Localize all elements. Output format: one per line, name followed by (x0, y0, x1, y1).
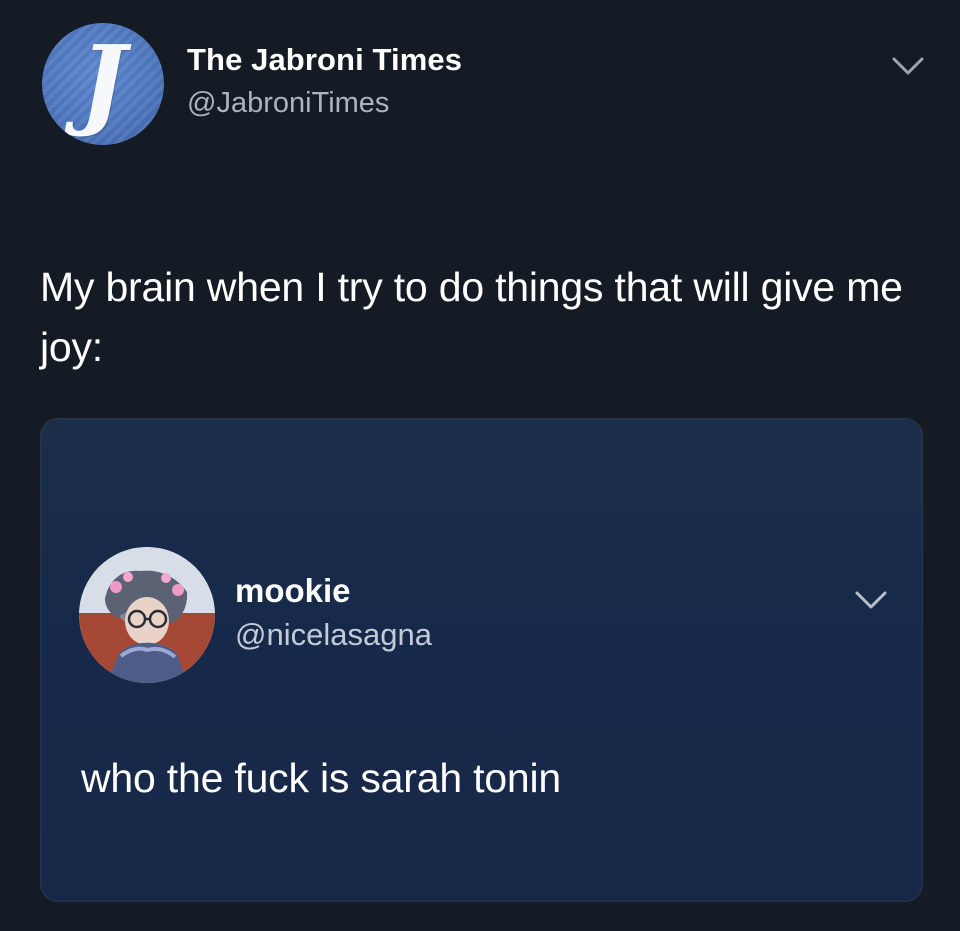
avatar-photo (79, 547, 215, 683)
tweet-text: My brain when I try to do things that wi… (40, 264, 903, 370)
author-name[interactable]: The Jabroni Times (187, 42, 462, 78)
chevron-down-icon[interactable] (851, 585, 891, 615)
tweet-card: J The Jabroni Times @JabroniTimes My bra… (0, 0, 960, 931)
quoted-author-handle[interactable]: @nicelasagna (235, 617, 432, 653)
quoted-tweet-text: who the fuck is sarah tonin (81, 755, 562, 801)
author-avatar[interactable]: J (42, 23, 164, 145)
quoted-author-name[interactable]: mookie (235, 572, 351, 610)
author-handle[interactable]: @JabroniTimes (187, 87, 389, 120)
quoted-author-avatar[interactable] (79, 547, 215, 683)
tweet-media-screenshot[interactable]: mookie @nicelasagna who the fuck is sara… (40, 418, 923, 902)
chevron-down-icon[interactable] (888, 51, 928, 81)
quoted-tweet: mookie @nicelasagna who the fuck is sara… (41, 419, 922, 901)
avatar-monogram: J (79, 25, 127, 140)
